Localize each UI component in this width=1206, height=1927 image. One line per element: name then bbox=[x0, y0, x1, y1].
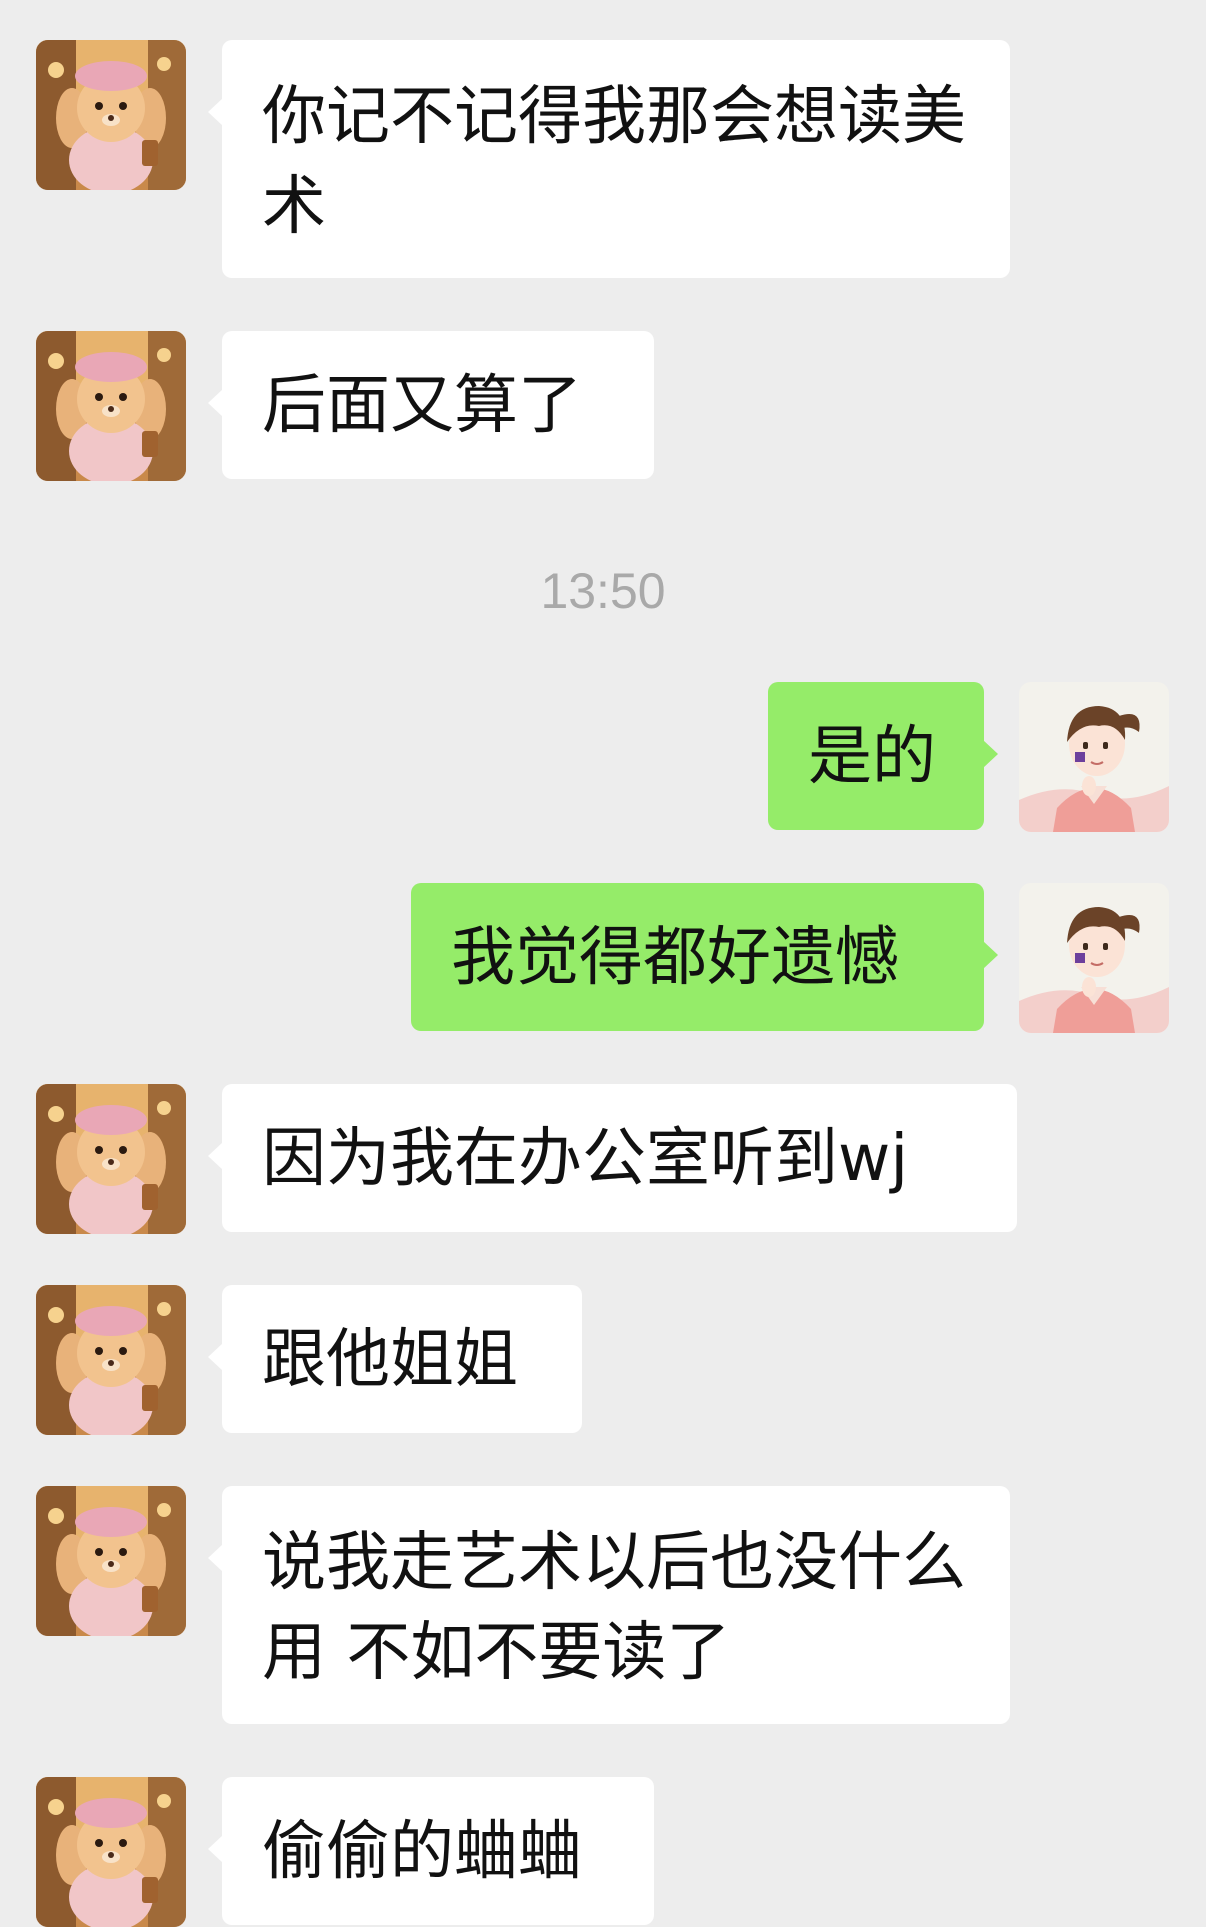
plush-bear-avatar-icon[interactable] bbox=[36, 1285, 186, 1435]
plush-bear-avatar-icon[interactable] bbox=[36, 1486, 186, 1636]
anime-girl-avatar-icon[interactable] bbox=[1019, 883, 1169, 1033]
plush-bear-avatar-icon[interactable] bbox=[36, 331, 186, 481]
outgoing-message-bubble[interactable]: 是的 bbox=[768, 682, 998, 830]
incoming-message-bubble[interactable]: 你记不记得我那会想读美术 bbox=[208, 40, 1010, 278]
outgoing-message-bubble[interactable]: 我觉得都好遗憾 bbox=[411, 883, 998, 1031]
plush-bear-avatar-icon[interactable] bbox=[36, 1084, 186, 1234]
incoming-message-bubble[interactable]: 因为我在办公室听到wj bbox=[208, 1084, 1017, 1232]
incoming-message-bubble[interactable]: 跟他姐姐 bbox=[208, 1285, 582, 1433]
incoming-message-bubble[interactable]: 后面又算了 bbox=[208, 331, 654, 479]
plush-bear-avatar-icon[interactable] bbox=[36, 1777, 186, 1927]
incoming-message-bubble[interactable]: 偷偷的蛐蛐 bbox=[208, 1777, 654, 1925]
chat-timestamp: 13:50 bbox=[540, 563, 666, 619]
plush-bear-avatar-icon[interactable] bbox=[36, 40, 186, 190]
incoming-message-bubble[interactable]: 说我走艺术以后也没什么用 不如不要读了 bbox=[208, 1486, 1010, 1724]
anime-girl-avatar-icon[interactable] bbox=[1019, 682, 1169, 832]
